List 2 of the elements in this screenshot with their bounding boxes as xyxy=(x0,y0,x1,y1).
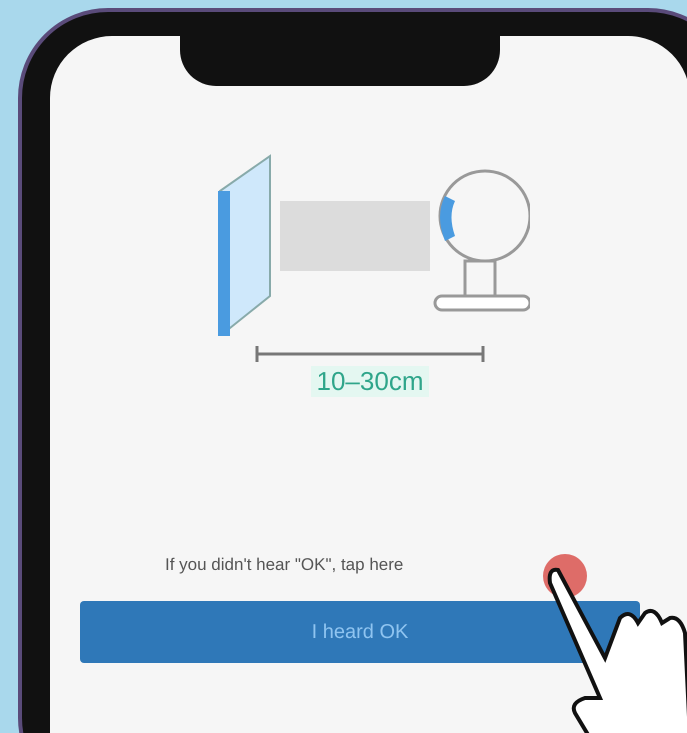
distance-label: 10–30cm xyxy=(310,366,430,397)
hint-link[interactable]: If you didn't hear "OK", tap here xyxy=(165,555,404,575)
